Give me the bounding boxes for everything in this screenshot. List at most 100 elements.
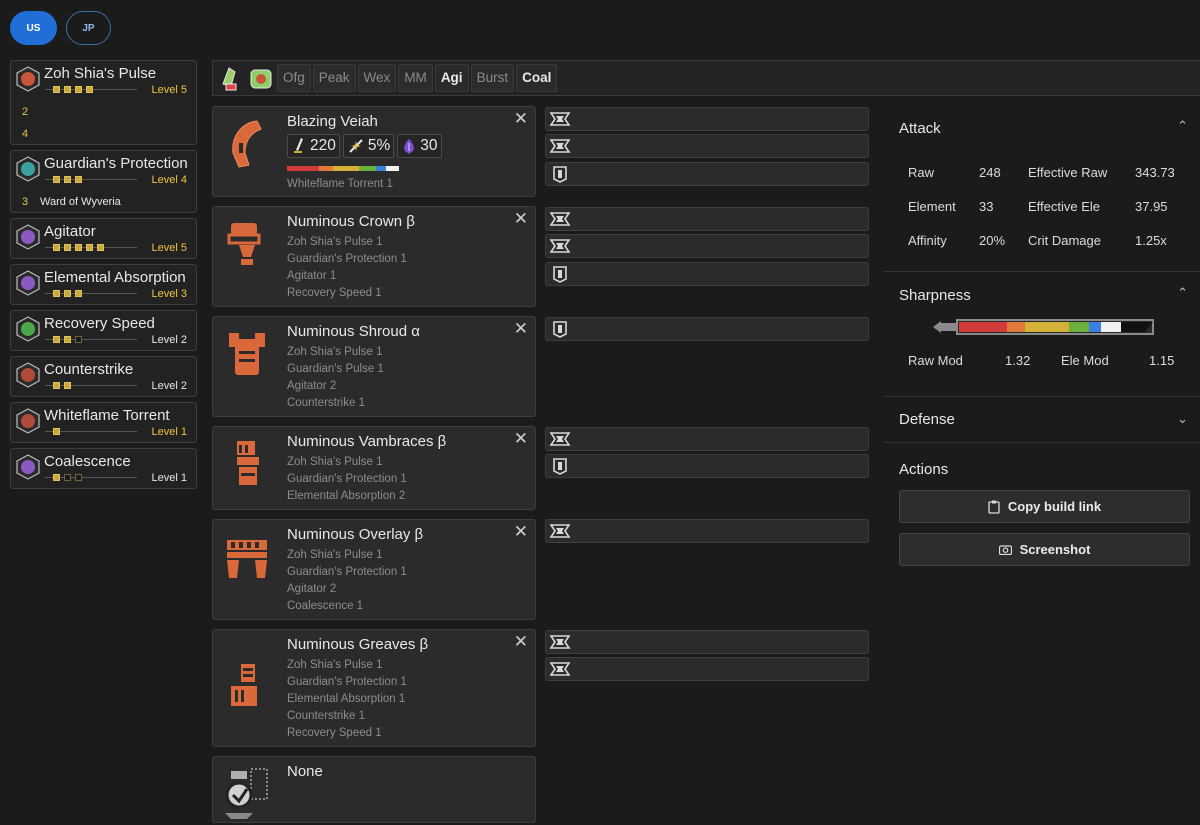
ele-mod-value: 1.15 xyxy=(1149,353,1175,368)
skill-card[interactable]: Counterstrike Level 2 xyxy=(10,356,197,397)
armor-card-head[interactable]: Numinous Crown β ✕ Zoh Shia's Pulse 1 Gu… xyxy=(212,206,536,307)
decoration-slot[interactable] xyxy=(545,162,869,186)
armor-name: Numinous Crown β xyxy=(287,213,415,230)
skill-card[interactable]: Guardian's Protection Level 4 3 Ward of Wyv… xyxy=(10,150,197,213)
decoration-slot[interactable] xyxy=(545,262,869,286)
skill-level-pip xyxy=(64,382,71,389)
sharpness-section-header[interactable]: Sharpness ⌃ xyxy=(884,271,1200,317)
effective-ele-value: 37.95 xyxy=(1135,199,1168,214)
skill-card[interactable]: Agitator Level 5 xyxy=(10,218,197,259)
skill-level-bar xyxy=(45,427,137,436)
actions-section: Actions Copy build link Screenshot xyxy=(884,442,1200,582)
skill-level-pip xyxy=(53,428,60,435)
skill-name: Agitator xyxy=(44,223,96,240)
armor-skill: Guardian's Protection 1 xyxy=(287,566,407,578)
filter-chip-agi[interactable]: Agi xyxy=(434,64,469,92)
weapon-card[interactable]: Blazing Veiah ✕ 220 5% 30 Whiteflame Tor… xyxy=(212,106,536,197)
chest-armor-icon xyxy=(229,333,265,375)
skill-level-pip xyxy=(75,336,82,343)
filter-chip-wex[interactable]: Wex xyxy=(357,64,397,92)
set-bonus-name: Ward of Wyveria xyxy=(40,196,121,208)
effective-ele-label: Effective Ele xyxy=(1028,199,1101,214)
dragon-element-icon xyxy=(404,139,415,154)
region-us-button[interactable]: US xyxy=(10,11,57,45)
armor-card-arms[interactable]: Numinous Vambraces β ✕ Zoh Shia's Pulse … xyxy=(212,426,536,510)
attack-section-header[interactable]: Attack ⌃ xyxy=(884,96,1200,151)
skill-card[interactable]: Whiteflame Torrent Level 1 xyxy=(10,402,197,443)
armor-skill: Agitator 2 xyxy=(287,380,337,392)
bowgun-filter-icon[interactable] xyxy=(217,62,245,94)
raw-mod-value: 1.32 xyxy=(1005,353,1031,368)
sword-icon xyxy=(294,138,303,153)
defense-section-header[interactable]: Defense ⌄ xyxy=(884,396,1200,442)
skill-level: Level 5 xyxy=(151,242,187,254)
weapon-name: Blazing Veiah xyxy=(287,113,378,130)
crit-damage-value: 1.25x xyxy=(1135,233,1167,248)
skill-card[interactable]: Zoh Shia's Pulse Level 5 2 4 xyxy=(10,60,197,145)
remove-armor-button[interactable]: ✕ xyxy=(514,209,528,229)
decoration-slot[interactable] xyxy=(545,454,869,478)
decoration-slot[interactable] xyxy=(545,107,869,131)
charm-icon xyxy=(225,768,268,819)
skill-level-pip xyxy=(53,176,60,183)
armor-skill: Guardian's Pulse 1 xyxy=(287,363,384,375)
actions-title: Actions xyxy=(899,461,949,478)
filter-chip-coal[interactable]: Coal xyxy=(516,64,558,92)
remove-armor-button[interactable]: ✕ xyxy=(514,522,528,542)
skill-card[interactable]: Recovery Speed Level 2 xyxy=(10,310,197,351)
skill-header: Whiteflame Torrent Level 1 xyxy=(11,403,196,442)
skill-level-pip xyxy=(53,244,60,251)
armor-card-legs[interactable]: Numinous Greaves β ✕ Zoh Shia's Pulse 1 … xyxy=(212,629,536,747)
remove-armor-button[interactable]: ✕ xyxy=(514,632,528,652)
clipboard-icon xyxy=(988,500,1000,514)
affinity-stat: 5% xyxy=(342,134,395,158)
decoration-slot[interactable] xyxy=(545,234,869,258)
copy-build-link-button[interactable]: Copy build link xyxy=(899,490,1190,523)
attack-value: 220 xyxy=(310,137,336,154)
skill-level-pip xyxy=(53,474,60,481)
filter-chip-peak[interactable]: Peak xyxy=(312,64,356,92)
skill-header: Recovery Speed Level 2 xyxy=(11,311,196,350)
filter-chip-ofg[interactable]: Ofg xyxy=(277,64,311,92)
skill-level-pip xyxy=(53,336,60,343)
skill-level-pip xyxy=(75,474,82,481)
skill-level-pip xyxy=(75,86,82,93)
armor-name: Numinous Vambraces β xyxy=(287,433,447,450)
armor-card-waist[interactable]: Numinous Overlay β ✕ Zoh Shia's Pulse 1 … xyxy=(212,519,536,620)
remove-weapon-button[interactable]: ✕ xyxy=(514,109,528,129)
decoration-slot[interactable] xyxy=(545,317,869,341)
skill-level-bar xyxy=(45,335,137,344)
decoration-slot[interactable] xyxy=(545,207,869,231)
skill-header: Agitator Level 5 xyxy=(11,219,196,258)
skill-name: Whiteflame Torrent xyxy=(44,407,170,424)
charm-filter-icon[interactable] xyxy=(247,62,275,94)
armor-skill: Guardian's Protection 1 xyxy=(287,676,407,688)
decoration-slot[interactable] xyxy=(545,657,869,681)
region-jp-button[interactable]: JP xyxy=(66,11,111,45)
affinity-value: 5% xyxy=(367,137,391,154)
agitator-skill-icon xyxy=(16,224,40,250)
armor-skill: Zoh Shia's Pulse 1 xyxy=(287,659,383,671)
filter-chip-burst[interactable]: Burst xyxy=(470,64,515,92)
decoration-slot[interactable] xyxy=(545,134,869,158)
coalescence-skill-icon xyxy=(16,454,40,480)
skill-card[interactable]: Elemental Absorption Level 3 xyxy=(10,264,197,305)
skill-header: Guardian's Protection Level 4 xyxy=(11,151,196,190)
screenshot-button[interactable]: Screenshot xyxy=(899,533,1190,566)
sharpness-display: Raw Mod 1.32 Ele Mod 1.15 xyxy=(884,317,1200,396)
charm-card[interactable]: None xyxy=(212,756,536,823)
remove-armor-button[interactable]: ✕ xyxy=(514,319,528,339)
decoration-slot[interactable] xyxy=(545,630,869,654)
decoration-slot[interactable] xyxy=(545,427,869,451)
weapon-slot-icon xyxy=(549,635,571,649)
set-bonus-row: 4 xyxy=(11,122,196,144)
remove-armor-button[interactable]: ✕ xyxy=(514,429,528,449)
skill-level-pip xyxy=(64,244,71,251)
armor-card-chest[interactable]: Numinous Shroud α ✕ Zoh Shia's Pulse 1 G… xyxy=(212,316,536,417)
skill-name: Coalescence xyxy=(44,453,131,470)
decoration-slot[interactable] xyxy=(545,519,869,543)
filter-chip-mm[interactable]: MM xyxy=(398,64,433,92)
affinity-icon xyxy=(349,139,363,153)
greaves-icon xyxy=(231,664,257,706)
skill-card[interactable]: Coalescence Level 1 xyxy=(10,448,197,489)
